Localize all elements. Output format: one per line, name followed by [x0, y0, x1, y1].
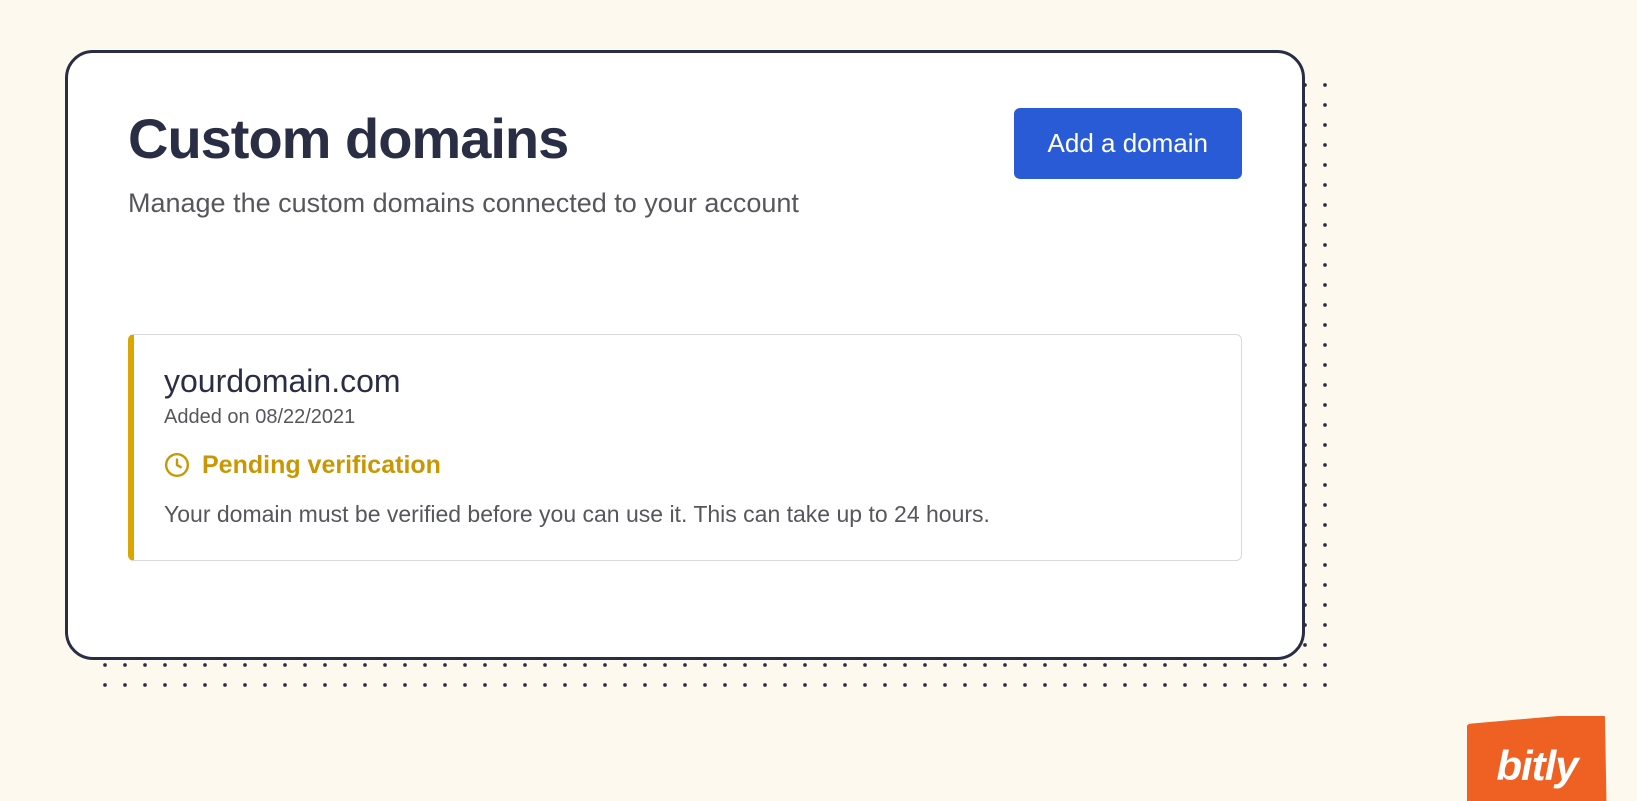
- page-subtitle: Manage the custom domains connected to y…: [128, 188, 799, 219]
- page-title: Custom domains: [128, 108, 799, 170]
- domain-added-date: Added on 08/22/2021: [164, 406, 1211, 429]
- status-label: Pending verification: [202, 451, 441, 480]
- clock-icon: [164, 452, 190, 478]
- header-row: Custom domains Manage the custom domains…: [128, 108, 1242, 219]
- domain-card[interactable]: yourdomain.com Added on 08/22/2021 Pendi…: [128, 334, 1242, 561]
- status-description: Your domain must be verified before you …: [164, 498, 1211, 530]
- domain-name: yourdomain.com: [164, 363, 1211, 400]
- add-domain-button[interactable]: Add a domain: [1014, 108, 1242, 179]
- custom-domains-panel: Custom domains Manage the custom domains…: [65, 50, 1305, 660]
- status-row: Pending verification: [164, 451, 1211, 480]
- bitly-logo: bitly: [1467, 716, 1607, 801]
- header-text-block: Custom domains Manage the custom domains…: [128, 108, 799, 219]
